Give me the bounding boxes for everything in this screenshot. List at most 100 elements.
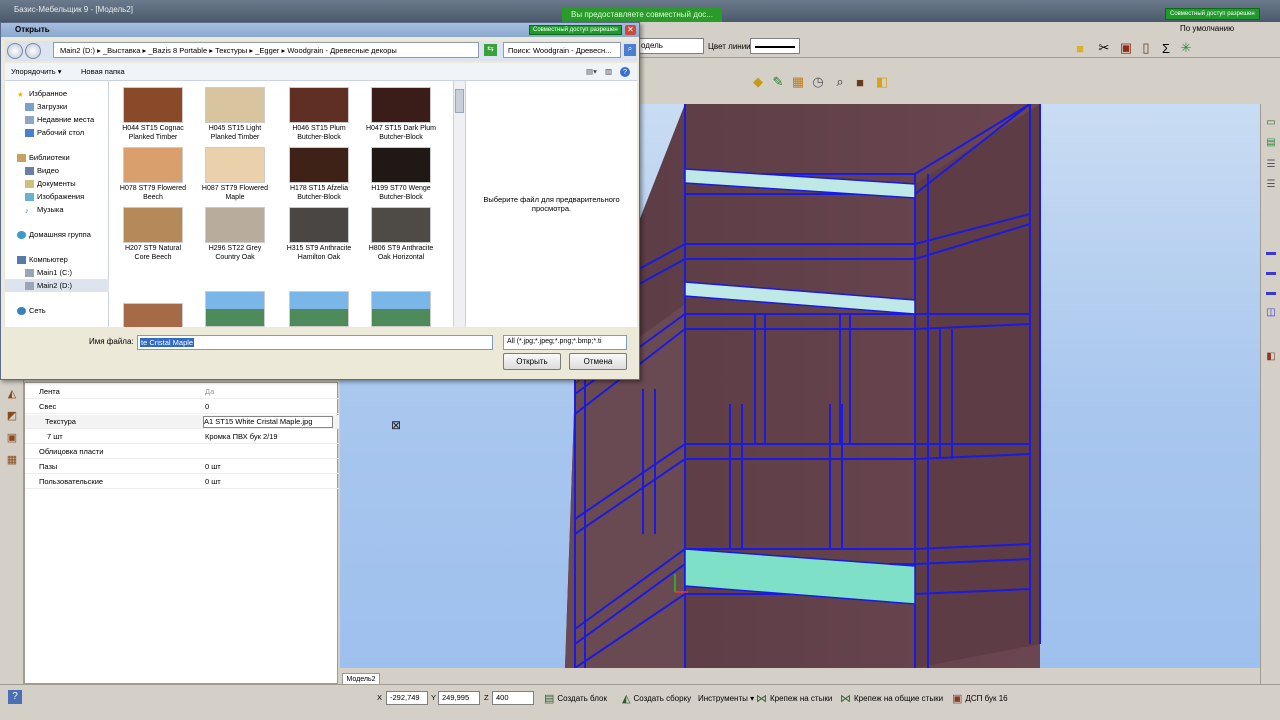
- file-tile[interactable]: H296 ST22 Grey Country Oak: [199, 207, 271, 262]
- default-select[interactable]: По умолчанию: [1176, 22, 1248, 38]
- texture-icon[interactable]: ◧: [872, 72, 892, 92]
- door-icon[interactable]: ▯: [1136, 38, 1156, 58]
- move-icon[interactable]: ▬: [1263, 244, 1279, 260]
- copy-icon[interactable]: ▬: [1263, 284, 1279, 300]
- fasten-common-button[interactable]: ⋈ Крепеж на общие стыки: [840, 690, 943, 706]
- file-tile[interactable]: H178 ST15 Afzelia Butcher-Block: [283, 147, 355, 202]
- filename-input[interactable]: te Cristal Maple: [137, 335, 493, 350]
- file-tile[interactable]: [365, 291, 437, 327]
- facade-icon[interactable]: ◧: [1263, 348, 1279, 364]
- file-tile[interactable]: H207 ST9 Natural Core Beech: [117, 207, 189, 262]
- nav-recent[interactable]: Недавние места: [25, 115, 94, 125]
- objects-icon[interactable]: ◆: [748, 72, 768, 92]
- nav-documents[interactable]: Документы: [25, 179, 76, 189]
- file-tile[interactable]: H199 ST70 Wenge Butcher-Block: [365, 147, 437, 202]
- folder-icon[interactable]: ■: [1070, 38, 1090, 58]
- close-icon[interactable]: ✕: [625, 25, 636, 35]
- prop-row[interactable]: Лента Да: [25, 385, 339, 399]
- z-coordinate-field[interactable]: 400: [492, 691, 534, 705]
- breadcrumb-item[interactable]: Woodgrain - Древесные декоры: [287, 46, 396, 55]
- nav-desktop[interactable]: Рабочий стол: [25, 128, 84, 138]
- shelf2-icon[interactable]: ☰: [1263, 176, 1279, 192]
- search-input[interactable]: Поиск: Woodgrain - Древесн...: [503, 42, 621, 58]
- pane-icon[interactable]: ▥: [605, 67, 612, 76]
- scissors-icon[interactable]: ✂: [1094, 38, 1114, 58]
- fasten-ends-button[interactable]: ⋈ Крепеж на стыки: [756, 690, 832, 706]
- file-tile[interactable]: H806 ST9 Anthracite Oak Horizontal: [365, 207, 437, 262]
- file-tile[interactable]: [199, 291, 271, 327]
- file-tile[interactable]: H087 ST79 Flowered Maple: [199, 147, 271, 202]
- rotate-icon[interactable]: ▬: [1263, 264, 1279, 280]
- model-select[interactable]: одель: [636, 38, 704, 54]
- panel-add-icon[interactable]: ▤: [1263, 134, 1279, 150]
- panel-grid-icon[interactable]: ▦: [4, 451, 20, 467]
- nav-video[interactable]: Видео: [25, 166, 59, 176]
- line-color-select[interactable]: [750, 38, 800, 54]
- help-icon[interactable]: ?: [8, 690, 22, 704]
- share-banner[interactable]: Вы предоставляете совместный дос...: [562, 8, 722, 22]
- clock-icon[interactable]: ◷: [808, 72, 828, 92]
- panel-box-icon[interactable]: ▣: [4, 429, 20, 445]
- nav-main1[interactable]: Main1 (C:): [25, 268, 72, 278]
- breadcrumb-item[interactable]: _Egger: [255, 46, 279, 55]
- breadcrumb-item[interactable]: Текстуры: [215, 46, 247, 55]
- open-button[interactable]: Открыть: [503, 353, 561, 370]
- sum-icon[interactable]: Σ: [1156, 38, 1176, 58]
- search-icon[interactable]: ⌕: [624, 44, 636, 56]
- prop-row[interactable]: Облицовка пласти: [25, 445, 339, 459]
- shelf-icon[interactable]: ☰: [1263, 156, 1279, 172]
- panel-side-icon[interactable]: ◩: [4, 407, 20, 423]
- nav-homegroup[interactable]: Домашняя группа: [17, 230, 91, 240]
- grid-icon[interactable]: ▦: [788, 72, 808, 92]
- file-tile[interactable]: H047 ST15 Dark Plum Butcher-Block: [365, 87, 437, 142]
- create-block-button[interactable]: ▤ Создать блок: [544, 690, 607, 706]
- breadcrumb-item[interactable]: Main2 (D:): [60, 46, 95, 55]
- y-coordinate-field[interactable]: 249,995: [438, 691, 480, 705]
- nav-music[interactable]: ♪ Музыка: [25, 205, 64, 215]
- nav-main2[interactable]: Main2 (D:): [5, 279, 109, 292]
- organize-menu[interactable]: Упорядочить ▾: [11, 67, 61, 76]
- file-tile[interactable]: H044 ST15 Cognac Planked Timber: [117, 87, 189, 142]
- back-icon[interactable]: [7, 43, 23, 59]
- edit-icon[interactable]: ✎: [768, 72, 788, 92]
- cancel-button[interactable]: Отмена: [569, 353, 627, 370]
- file-tile[interactable]: [283, 291, 355, 327]
- material-icon[interactable]: ■: [850, 72, 870, 92]
- file-tile[interactable]: H315 ST9 Anthracite Hamilton Oak: [283, 207, 355, 262]
- box-icon[interactable]: ◫: [1263, 304, 1279, 320]
- zoom-icon[interactable]: ⌕: [830, 72, 850, 92]
- forward-icon[interactable]: [25, 43, 41, 59]
- network-icon[interactable]: ✳: [1176, 38, 1196, 58]
- prop-row[interactable]: Пользовательские 0 шт: [25, 475, 339, 489]
- nav-favorites[interactable]: ★ Избранное: [17, 89, 67, 99]
- prop-row[interactable]: 7 шт Кромка ПВХ бук 2/19: [25, 430, 339, 444]
- nav-libraries[interactable]: Библиотеки: [17, 153, 70, 163]
- prop-row[interactable]: Пазы 0 шт: [25, 460, 339, 474]
- panel-front-icon[interactable]: ◭: [4, 385, 20, 401]
- prop-row-texture[interactable]: Текстура A1 ST15 White Cristal Maple.jpg: [25, 415, 339, 429]
- view-icon[interactable]: ▤▾: [586, 67, 597, 76]
- nav-network[interactable]: Сеть: [17, 306, 46, 316]
- tools-menu[interactable]: Инструменты ▾: [698, 690, 754, 706]
- breadcrumb-item[interactable]: _Bazis 8 Portable: [148, 46, 207, 55]
- nav-computer[interactable]: Компьютер: [17, 255, 68, 265]
- file-list-scrollbar[interactable]: [453, 81, 465, 327]
- scrollbar-thumb[interactable]: [455, 89, 464, 113]
- create-assembly-button[interactable]: ◭ Создать сборку: [622, 690, 691, 706]
- file-tile[interactable]: [117, 303, 189, 327]
- filetype-select[interactable]: All (*.jpg;*.jpeg;*.png;*.bmp;*.ti: [503, 335, 627, 350]
- file-tile[interactable]: H045 ST15 Light Planked Timber: [199, 87, 271, 142]
- nav-downloads[interactable]: Загрузки: [25, 102, 67, 112]
- prop-row[interactable]: Свес 0: [25, 400, 339, 414]
- cabinet-icon[interactable]: ▣: [1116, 38, 1136, 58]
- refresh-icon[interactable]: ⇆: [484, 44, 497, 56]
- x-coordinate-field[interactable]: -292,749: [386, 691, 428, 705]
- breadcrumb-item[interactable]: _Выставка: [103, 46, 140, 55]
- breadcrumb[interactable]: Main2 (D:) ▸ _Выставка ▸ _Bazis 8 Portab…: [53, 42, 479, 58]
- panel-icon[interactable]: ▭: [1263, 114, 1279, 130]
- nav-images[interactable]: Изображения: [25, 192, 84, 202]
- new-folder-button[interactable]: Новая папка: [81, 67, 125, 76]
- material-button[interactable]: ▣ ДСП бук 16: [952, 690, 1008, 706]
- file-tile[interactable]: H046 ST15 Plum Butcher-Block: [283, 87, 355, 142]
- help-circle-icon[interactable]: ?: [620, 67, 630, 77]
